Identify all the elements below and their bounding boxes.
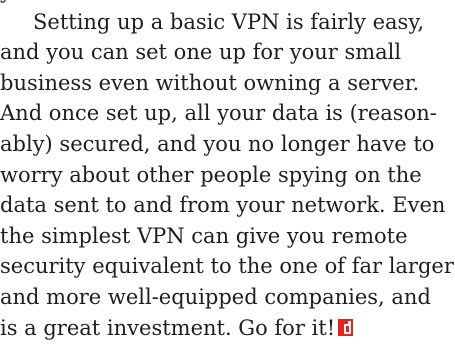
paragraph-line-10: and more well-equipped companies, and xyxy=(0,284,431,309)
paragraph-line-last-wrap: is a great investment. Go for it! xyxy=(0,313,455,344)
paragraph-line-4: And once set up, all your data is (reaso… xyxy=(0,101,437,126)
paragraph-line-7: data sent to and from your network. Even xyxy=(0,193,446,218)
paragraph-line-6: worry about other people spying on the xyxy=(0,162,422,187)
paragraph-line-3: business even without owning a server. xyxy=(0,70,420,95)
paragraph-fragment-line: y xyxy=(0,0,455,7)
paragraph-line-11: is a great investment. Go for it! xyxy=(0,315,336,340)
paragraph-line-8: the simplest VPN can give you remote xyxy=(0,223,408,248)
paragraph-line-5: ably) secured, and you no longer have to xyxy=(0,131,435,156)
paragraph-line-9: security equivalent to the one of far la… xyxy=(0,254,454,279)
end-of-article-mark-icon xyxy=(338,318,354,336)
paragraph-line-2: and you can set one up for your small xyxy=(0,40,402,65)
paragraph-line-1: Setting up a basic VPN is fairly easy, xyxy=(33,9,425,34)
article-text: y Setting up a basic VPN is fairly easy,… xyxy=(0,0,455,343)
